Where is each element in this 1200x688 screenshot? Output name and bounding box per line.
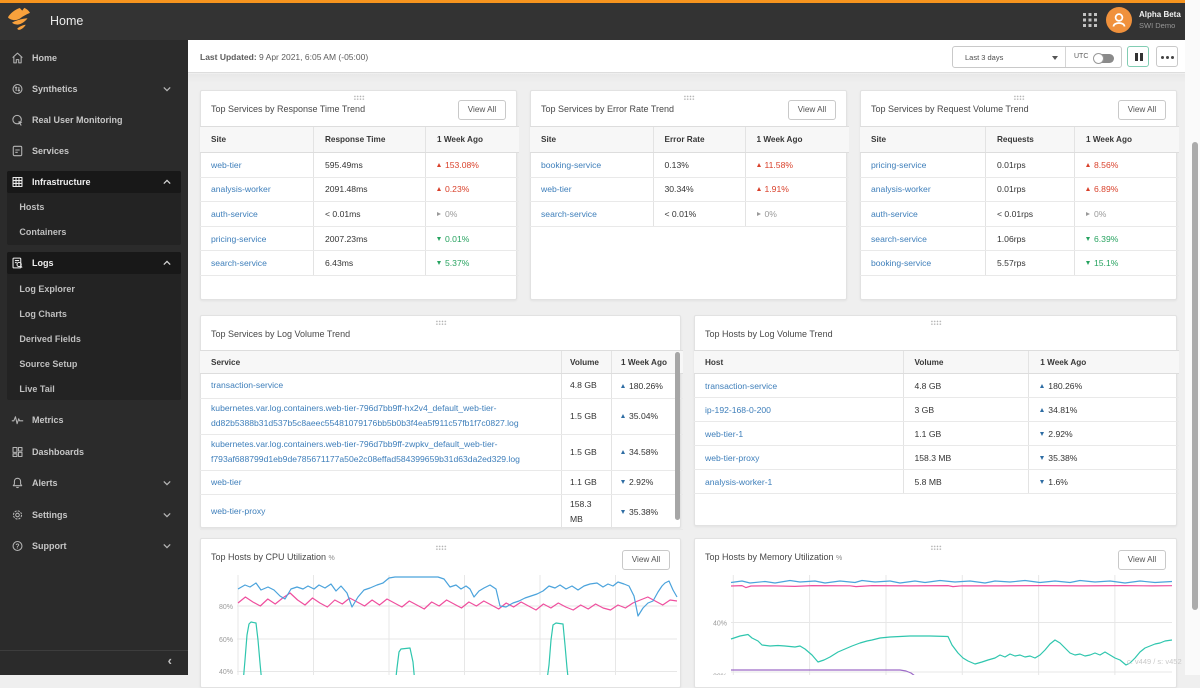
- svg-text:40%: 40%: [219, 669, 233, 675]
- svg-text:?: ?: [15, 543, 19, 550]
- svg-text:80%: 80%: [219, 604, 233, 611]
- svg-text:60%: 60%: [219, 637, 233, 644]
- svg-text:40%: 40%: [713, 621, 727, 628]
